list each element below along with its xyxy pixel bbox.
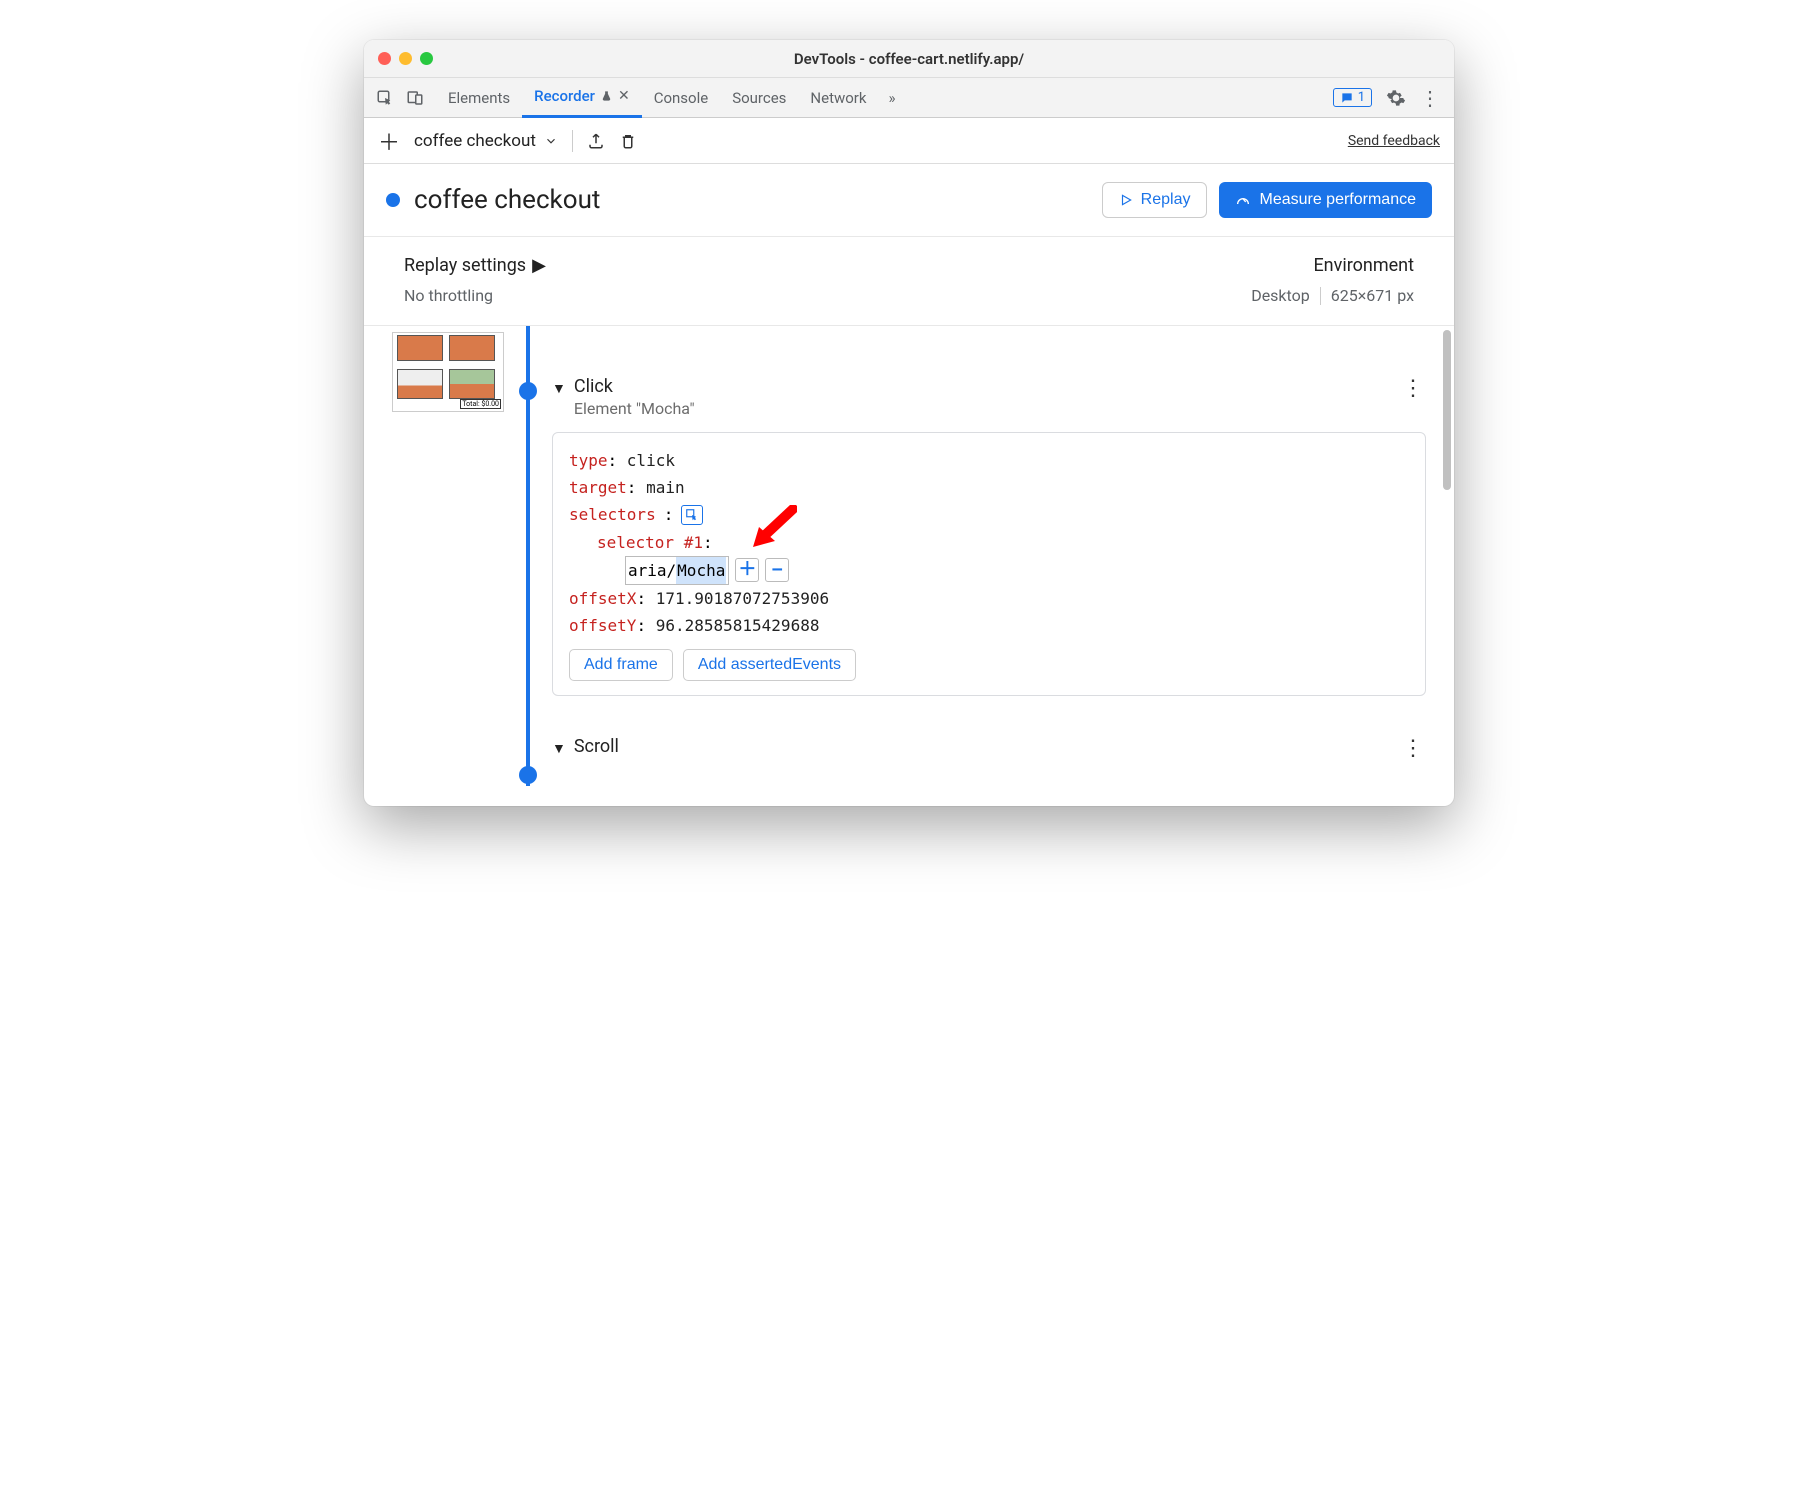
selector-picker-button[interactable] — [681, 505, 703, 525]
collapse-icon[interactable]: ▼ — [552, 740, 566, 757]
inspect-icon[interactable] — [376, 89, 394, 107]
add-frame-button[interactable]: Add frame — [569, 649, 673, 681]
minimize-window-button[interactable] — [399, 52, 412, 65]
chevron-down-icon — [544, 134, 558, 148]
scrollbar[interactable] — [1441, 326, 1451, 806]
step-scroll: ▼ Scroll ⋮ — [552, 736, 1426, 761]
play-icon — [1119, 193, 1133, 207]
annotation-arrow-icon — [749, 505, 797, 549]
close-tab-icon[interactable]: ✕ — [618, 88, 630, 104]
throttling-value: No throttling — [404, 286, 546, 305]
step-title: Scroll — [574, 736, 619, 757]
device-toggle-icon[interactable] — [406, 89, 424, 107]
step-marker[interactable] — [519, 382, 537, 400]
tab-elements[interactable]: Elements — [436, 78, 522, 118]
separator — [572, 130, 573, 152]
chevron-right-icon: ▶ — [532, 255, 546, 276]
settings-row: Replay settings ▶ No throttling Environm… — [364, 237, 1454, 326]
more-tabs-icon[interactable]: » — [879, 89, 906, 107]
recording-title: coffee checkout — [414, 185, 600, 215]
step-menu-icon[interactable]: ⋮ — [1402, 736, 1426, 761]
tab-recorder[interactable]: Recorder ✕ — [522, 78, 642, 118]
new-recording-button[interactable]: ＋ — [378, 125, 400, 157]
timeline-track — [512, 326, 552, 786]
selector-input[interactable]: aria/Mocha — [625, 556, 729, 585]
tab-network[interactable]: Network — [798, 78, 878, 118]
maximize-window-button[interactable] — [420, 52, 433, 65]
status-dot — [386, 193, 400, 207]
replay-settings-toggle[interactable]: Replay settings ▶ — [404, 255, 546, 276]
devtools-tabs: Elements Recorder ✕ Console Sources Netw… — [364, 78, 1454, 118]
export-button[interactable] — [587, 132, 605, 150]
close-window-button[interactable] — [378, 52, 391, 65]
add-selector-button[interactable]: ＋ — [735, 558, 759, 582]
recording-header: coffee checkout Replay Measure performan… — [364, 164, 1454, 237]
window-title: DevTools - coffee-cart.netlify.app/ — [364, 50, 1454, 68]
delete-button[interactable] — [619, 132, 637, 150]
device-value: Desktop — [1251, 286, 1310, 305]
flask-icon — [601, 89, 612, 103]
step-title: Click — [574, 376, 695, 397]
add-asserted-events-button[interactable]: Add assertedEvents — [683, 649, 856, 681]
recorder-toolbar: ＋ coffee checkout Send feedback — [364, 118, 1454, 164]
recording-selector[interactable]: coffee checkout — [414, 131, 558, 151]
devtools-window: DevTools - coffee-cart.netlify.app/ Elem… — [364, 40, 1454, 806]
step-thumbnail: Total: $0.00 — [392, 326, 512, 786]
tab-sources[interactable]: Sources — [720, 78, 798, 118]
step-details: type: click target: main selectors: sele… — [552, 432, 1426, 696]
settings-icon[interactable] — [1386, 88, 1406, 108]
message-icon — [1340, 91, 1354, 105]
environment-title: Environment — [1313, 255, 1414, 276]
titlebar: DevTools - coffee-cart.netlify.app/ — [364, 40, 1454, 78]
issues-chip[interactable]: 1 — [1333, 88, 1372, 107]
step-menu-icon[interactable]: ⋮ — [1402, 376, 1426, 401]
replay-button[interactable]: Replay — [1102, 182, 1208, 218]
separator — [1320, 287, 1321, 305]
step-marker[interactable] — [519, 766, 537, 784]
measure-performance-button[interactable]: Measure performance — [1219, 182, 1432, 218]
step-click: ▼ Click Element "Mocha" ⋮ type: click ta… — [552, 376, 1426, 696]
collapse-icon[interactable]: ▼ — [552, 380, 566, 397]
traffic-lights — [378, 52, 433, 65]
step-subtitle: Element "Mocha" — [574, 399, 695, 418]
remove-selector-button[interactable]: − — [765, 558, 789, 582]
viewport-value: 625×671 px — [1331, 286, 1414, 305]
timeline: Total: $0.00 ▼ Click Element "Mocha" ⋮ — [364, 326, 1454, 806]
more-menu-icon[interactable]: ⋮ — [1420, 86, 1440, 110]
send-feedback-link[interactable]: Send feedback — [1348, 133, 1440, 149]
tab-console[interactable]: Console — [642, 78, 721, 118]
gauge-icon — [1235, 192, 1251, 208]
